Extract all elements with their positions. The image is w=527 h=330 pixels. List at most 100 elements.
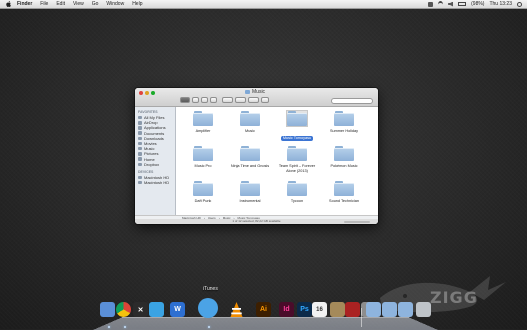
dropbox-icon [138, 162, 142, 167]
apple-menu-icon[interactable] [6, 1, 12, 8]
menu-bar: Finder File Edit View Go Window Help (98… [0, 0, 527, 9]
folder-grid: Amplifier Music Music Tomoyasu Summer Ho… [176, 107, 378, 215]
folder-icon [334, 111, 354, 126]
battery-percent: (98%) [471, 1, 485, 7]
folder-item[interactable]: Music [227, 111, 273, 145]
folder-icon [334, 181, 354, 196]
pictures-icon [138, 152, 142, 156]
sidebar-favorites-header: FAVORITES [138, 110, 158, 114]
twitter-icon[interactable] [149, 302, 164, 317]
folder-icon [286, 110, 308, 127]
zoom-button[interactable] [151, 91, 155, 95]
folder-icon [193, 111, 213, 126]
running-indicator [108, 326, 110, 328]
view-column-button[interactable] [201, 97, 208, 103]
minimize-button[interactable] [145, 91, 149, 95]
folder-item[interactable]: Team Spirit – Forever Alone (2013) [274, 146, 320, 180]
arrange-button[interactable] [222, 97, 233, 103]
dock-separator [361, 308, 362, 327]
folder-icon [287, 181, 307, 196]
folder-item[interactable]: Daft Punk [180, 181, 226, 215]
finder-window: Music FAVORITES All My Files AirDrop App… [135, 88, 378, 224]
spotlight-icon[interactable] [517, 1, 522, 7]
folder-item-selected[interactable]: Music Tomoyasu [274, 110, 320, 145]
folder-item[interactable]: Music Pro [180, 146, 226, 180]
folder-1-icon[interactable] [366, 302, 381, 317]
sidebar-item-dropbox[interactable]: Dropbox [135, 162, 175, 167]
indesign-icon[interactable]: Id [279, 302, 294, 317]
menu-help[interactable]: Help [132, 1, 142, 7]
folder-icon [240, 181, 260, 196]
folder-icon [240, 146, 260, 161]
movies-icon [138, 141, 142, 146]
dock-shelf [93, 316, 438, 330]
calendar-icon[interactable]: 16 [312, 302, 327, 317]
folder-item[interactable]: Pokémon Music [321, 146, 367, 180]
photoshop-icon[interactable]: Ps [297, 302, 312, 317]
watermark-text: ZIGG [430, 288, 478, 307]
hard-drive-icon [138, 180, 142, 185]
menu-go[interactable]: Go [92, 1, 99, 7]
running-indicator [208, 326, 210, 328]
folder-icon [287, 146, 307, 161]
folder-item[interactable]: Sound Technician [321, 181, 367, 215]
wifi-icon[interactable] [438, 0, 444, 8]
sidebar-devices-header: DEVICES [138, 169, 154, 174]
chrome-icon[interactable] [116, 302, 131, 317]
folder-item[interactable]: Summer Holiday [321, 111, 367, 145]
menu-app-name[interactable]: Finder [17, 1, 32, 7]
dropbox-status-icon[interactable] [428, 1, 434, 7]
itunes-icon[interactable] [198, 298, 218, 318]
menubar-clock[interactable]: Thu 13:23 [489, 1, 512, 7]
menu-file[interactable]: File [40, 1, 48, 7]
folder-item[interactable]: Ninja Time and Gnosis [227, 146, 273, 180]
airdrop-icon [138, 121, 142, 125]
view-icon-button[interactable] [180, 97, 190, 103]
status-text: 1 of 12 selected, 82,22 GB available [232, 219, 281, 223]
window-titlebar[interactable]: Music [135, 88, 378, 107]
folder-item[interactable]: Instrumental [227, 181, 273, 215]
folder-item[interactable]: Amplifier [180, 111, 226, 145]
menu-window[interactable]: Window [106, 1, 124, 7]
window-title: Music [245, 89, 265, 95]
folder-icon [193, 181, 213, 196]
hard-drive-icon [138, 175, 142, 180]
icon-size-slider[interactable] [344, 220, 370, 223]
folder-icon [245, 90, 250, 94]
menu-edit[interactable]: Edit [56, 1, 65, 7]
x-app-icon[interactable]: ✕ [133, 302, 148, 317]
tags-button[interactable] [261, 97, 269, 103]
preview-icon[interactable] [330, 302, 345, 317]
illustrator-icon[interactable]: Ai [256, 302, 271, 317]
folder-2-icon[interactable] [382, 302, 397, 317]
downloads-icon [138, 136, 142, 141]
folder-icon [240, 111, 260, 126]
documents-icon [138, 131, 142, 135]
home-icon [138, 157, 142, 161]
applications-icon [138, 126, 142, 130]
view-coverflow-button[interactable] [210, 97, 217, 103]
close-button[interactable] [139, 91, 143, 95]
view-list-button[interactable] [192, 97, 199, 103]
folder-item[interactable]: Tycoon [274, 181, 320, 215]
dock-tooltip: iTunes [203, 286, 218, 292]
finder-icon[interactable] [100, 302, 115, 317]
menu-view[interactable]: View [73, 1, 84, 7]
all-files-icon [138, 115, 142, 120]
volume-icon[interactable] [448, 1, 454, 7]
folder-3-icon[interactable] [398, 302, 413, 317]
battery-icon[interactable] [458, 2, 467, 6]
vlc-icon[interactable] [229, 302, 244, 317]
sidebar: FAVORITES All My Files AirDrop Applicati… [135, 107, 176, 215]
folder-icon [334, 146, 354, 161]
share-button[interactable] [248, 97, 259, 103]
word-icon[interactable]: W [170, 302, 185, 317]
toolbar [180, 97, 269, 103]
search-field[interactable] [331, 98, 373, 104]
sidebar-item-device-2[interactable]: Macintosh HD [135, 180, 175, 185]
trash-icon[interactable] [416, 302, 431, 317]
action-button[interactable] [235, 97, 246, 103]
photo-booth-icon[interactable] [345, 302, 360, 317]
music-icon [138, 146, 142, 151]
folder-icon [193, 146, 213, 161]
